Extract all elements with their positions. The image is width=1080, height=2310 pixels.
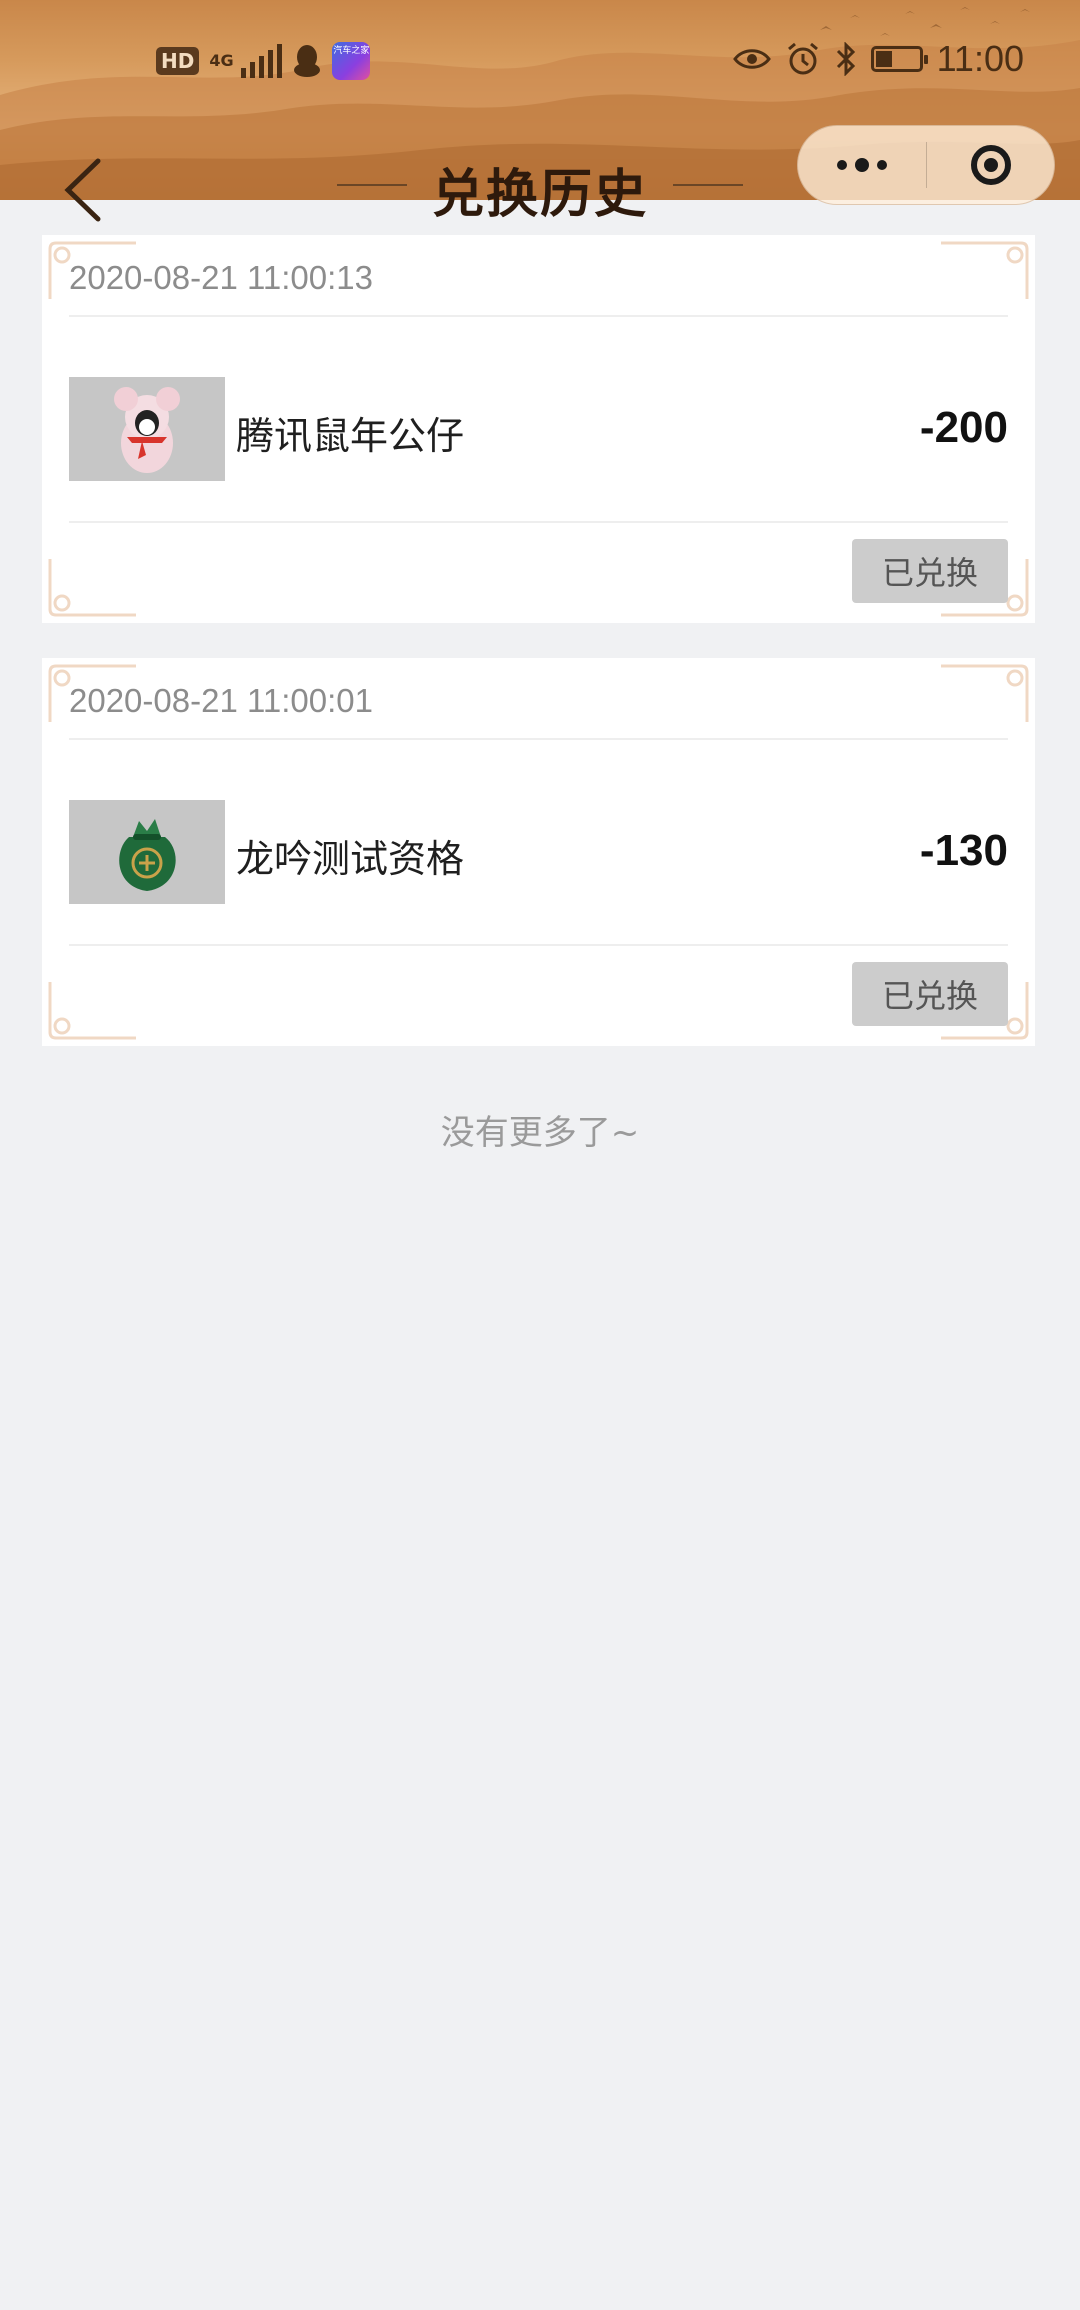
- title-decor-left: [336, 184, 407, 186]
- signal-icon: [241, 44, 283, 78]
- corner-ornament-icon: [48, 559, 136, 617]
- record-time: 2020-08-21 11:00:01: [69, 682, 373, 719]
- corner-ornament-icon: [48, 982, 136, 1040]
- status-time: 11:00: [936, 38, 1024, 79]
- mouse-plush-image: [69, 377, 225, 481]
- divider: [69, 315, 1008, 317]
- green-pouch-image: [69, 800, 225, 904]
- eye-icon: [732, 49, 771, 69]
- alarm-icon: [787, 42, 818, 75]
- corner-ornament-icon: [941, 664, 1029, 722]
- redeemed-status-button[interactable]: 已兑换: [852, 539, 1008, 603]
- corner-ornament-icon: [941, 241, 1029, 299]
- miniprogram-capsule: [797, 125, 1055, 205]
- redeemed-status-button[interactable]: 已兑换: [852, 962, 1008, 1026]
- page-title-text: 兑换历史: [431, 164, 648, 225]
- divider: [69, 738, 1008, 740]
- record-time: 2020-08-21 11:00:13: [69, 259, 373, 296]
- points-value: -130: [919, 826, 1008, 875]
- bluetooth-icon: [836, 42, 855, 76]
- app-icon: 汽车之家: [332, 42, 371, 80]
- no-more-text: 没有更多了~: [440, 1113, 640, 1153]
- qq-icon: [294, 45, 321, 77]
- record-card: 2020-08-21 11:00:01 龙吟测试资格 -130 已兑换: [42, 658, 1035, 1046]
- divider: [69, 944, 1008, 946]
- network-type-label: 4G: [209, 51, 234, 70]
- points-value: -200: [919, 403, 1008, 452]
- item-name: 腾讯鼠年公仔: [236, 414, 465, 458]
- item-name: 龙吟测试资格: [236, 837, 465, 881]
- target-circle-icon[interactable]: [927, 126, 1054, 204]
- record-card: 2020-08-21 11:00:13 腾讯鼠年公仔 -200 已兑换: [42, 235, 1035, 623]
- more-dots-icon[interactable]: [798, 126, 926, 204]
- title-decor-right: [673, 184, 743, 186]
- hd-icon: HD: [156, 47, 200, 75]
- page-title: 兑换历史: [336, 152, 743, 227]
- divider: [69, 521, 1008, 523]
- battery-icon: [870, 46, 928, 72]
- status-bar: HD 4G 汽车之家 11:00: [0, 0, 1080, 125]
